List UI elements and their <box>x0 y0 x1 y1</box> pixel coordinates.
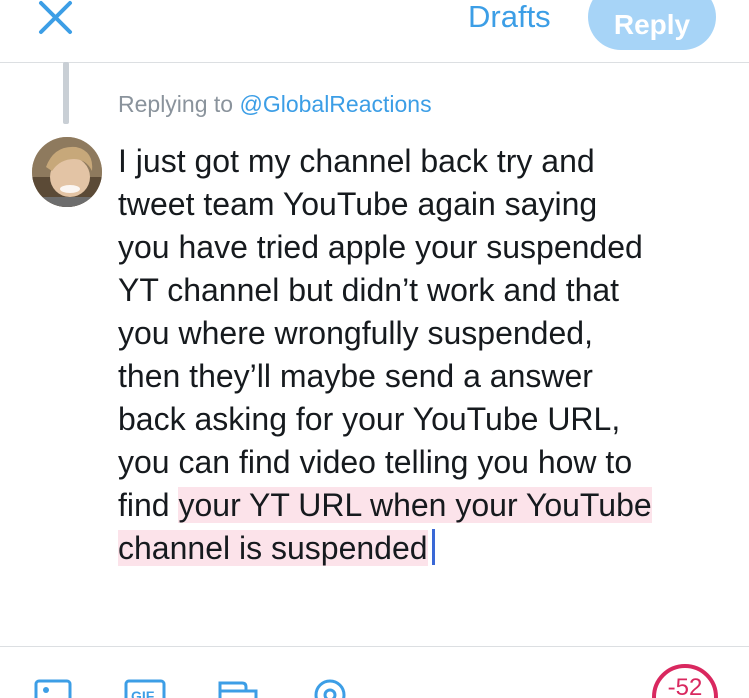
close-icon <box>39 1 72 34</box>
text-caret <box>431 529 435 565</box>
add-poll-button[interactable] <box>218 677 262 698</box>
compose-line: you can find video telling you how to <box>118 444 633 480</box>
over-limit-highlight: your YT URL when your YouTube <box>178 487 652 523</box>
close-button[interactable] <box>30 0 82 46</box>
compose-line: I just got my channel back try and <box>118 143 595 179</box>
avatar <box>32 137 102 207</box>
reply-button[interactable]: Reply <box>588 0 716 50</box>
svg-text:GIF: GIF <box>131 688 155 698</box>
thread-connector-line <box>63 62 69 124</box>
drafts-button[interactable]: Drafts <box>468 0 551 34</box>
over-limit-highlight: channel is suspended <box>118 530 428 566</box>
reply-button-label: Reply <box>613 9 691 40</box>
replying-to: Replying to @GlobalReactions <box>118 90 432 118</box>
compose-line: find your YT URL when your YouTube <box>118 484 728 527</box>
compose-reply-screen: Drafts Reply Replying to @GlobalReaction… <box>0 0 749 698</box>
add-location-button[interactable] <box>312 677 348 698</box>
compose-toolbar: GIF <box>0 646 749 698</box>
compose-plain-text: find <box>118 487 170 523</box>
compose-header: Drafts Reply <box>0 0 749 63</box>
add-image-button[interactable] <box>34 677 74 698</box>
add-gif-button[interactable]: GIF <box>124 677 168 698</box>
avatar-image <box>32 137 102 207</box>
compose-line: back asking for your YouTube URL, <box>118 401 621 437</box>
compose-line: you have tried apple your suspended <box>118 229 643 265</box>
replying-to-prefix: Replying to <box>118 91 234 117</box>
compose-line: you where wrongfully suspended, <box>118 315 593 351</box>
compose-line: then they’ll maybe send a answer <box>118 358 593 394</box>
location-icon <box>314 679 346 698</box>
gif-icon: GIF <box>124 679 166 698</box>
poll-icon <box>218 681 258 698</box>
compose-line: tweet team YouTube again saying <box>118 186 598 222</box>
image-icon <box>34 679 72 698</box>
tweet-compose-text[interactable]: I just got my channel back try and tweet… <box>118 140 728 570</box>
replying-to-handle[interactable]: @GlobalReactions <box>239 91 431 117</box>
compose-line: YT channel but didn’t work and that <box>118 272 620 308</box>
compose-line: channel is suspended <box>118 527 728 570</box>
